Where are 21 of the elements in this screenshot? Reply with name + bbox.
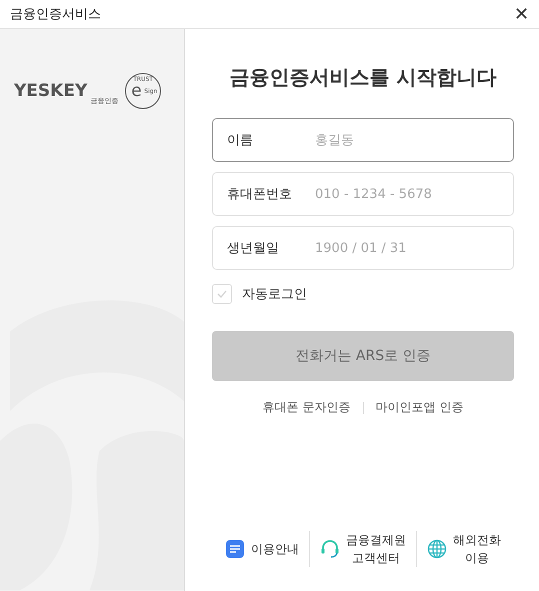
link[interactable]: 휴대폰 문자인증 [262,399,350,416]
field-label: 생년월일 [227,240,280,257]
checkbox[interactable] [212,284,232,304]
brand-logo: YESKEY [14,81,88,101]
field-label: 휴대폰번호 [227,186,293,203]
document-icon[interactable] [225,539,245,559]
globe-icon[interactable] [427,539,447,559]
link[interactable]: 마이인포앱 인증 [376,399,464,416]
checkbox-label[interactable]: 자동로그인 [242,285,307,303]
field-label: 이름 [227,132,254,149]
input-field[interactable]: 010 - 1234 - 5678 [313,186,499,202]
window-title: 금융인증서비스 [10,6,101,23]
heading: 금융인증서비스를 시작합니다 [230,64,496,91]
input-field[interactable]: 홍길동 [313,132,499,148]
footer-link[interactable]: 이용안내 [251,540,299,558]
headset-icon[interactable] [320,539,340,559]
footer-link[interactable]: 금융결제원 고객센터 [346,531,406,567]
check-icon [216,288,228,300]
input-field[interactable]: 1900 / 01 / 31 [313,240,499,256]
close-button[interactable]: ✕ [510,3,533,25]
footer-link[interactable]: 해외전화 이용 [453,531,501,567]
